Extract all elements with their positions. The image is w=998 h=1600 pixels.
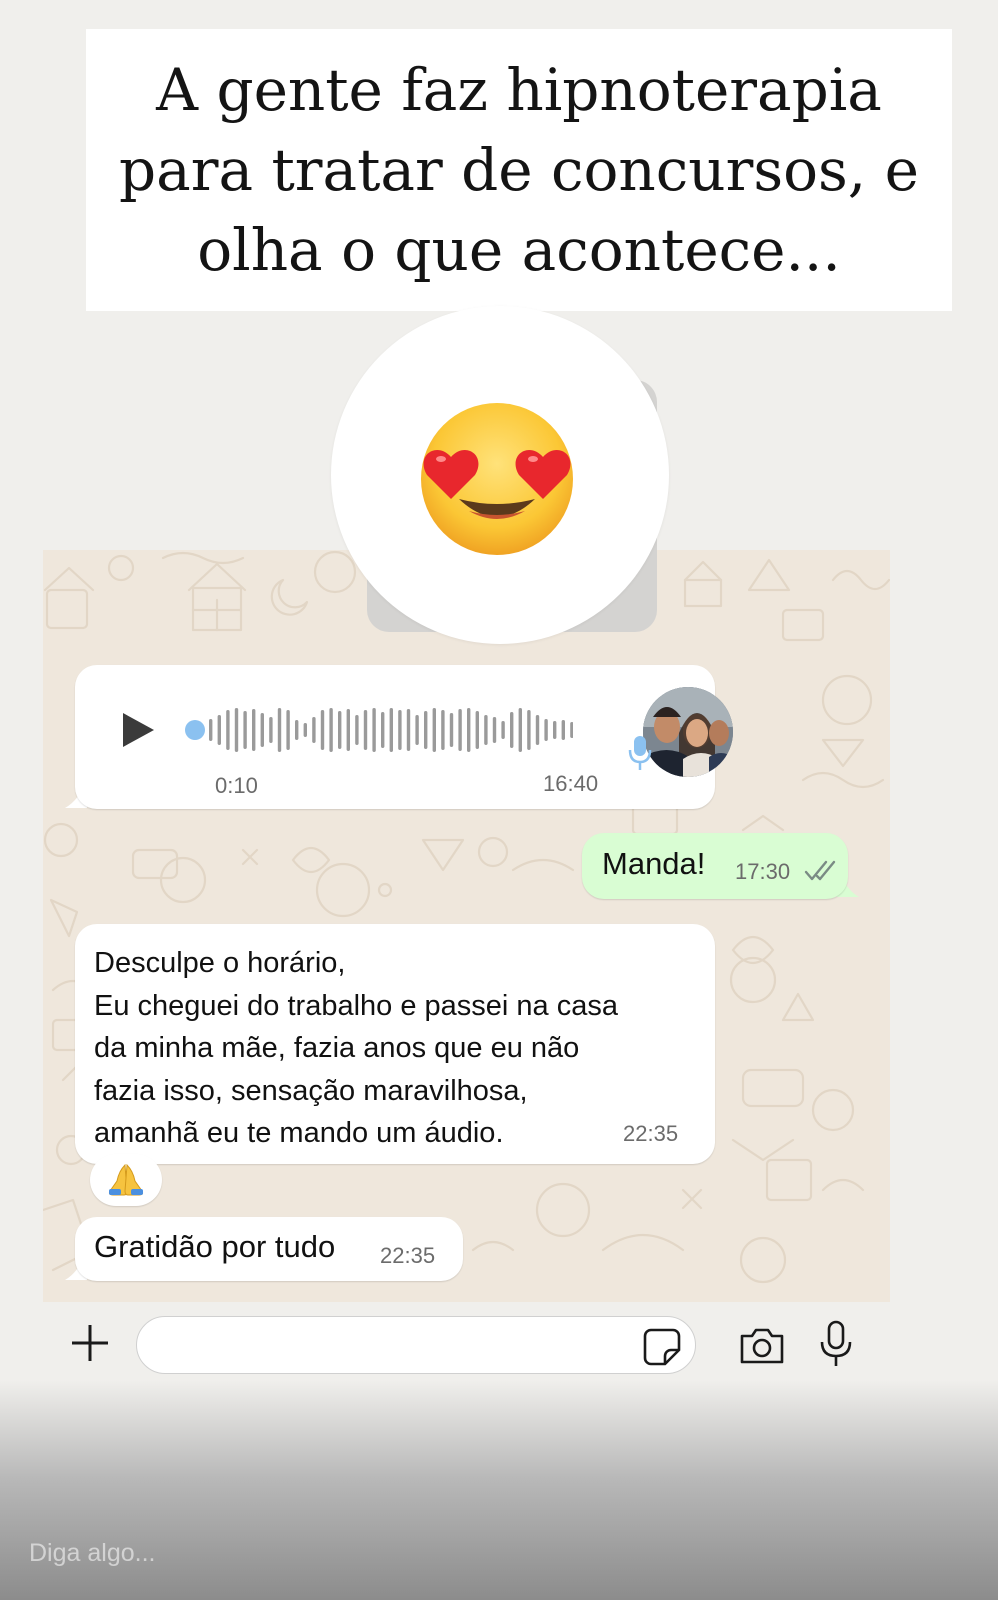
folded-hands-icon	[108, 1163, 144, 1196]
incoming-message-bubble[interactable]: Gratidão por tudo 22:35	[75, 1217, 463, 1281]
audio-message-bubble[interactable]: 0:10 16:40	[75, 665, 733, 809]
sticker-icon[interactable]	[643, 1328, 681, 1366]
waveform-bar	[363, 710, 368, 750]
waveform-bar	[553, 721, 557, 739]
waveform-bar	[277, 708, 282, 752]
waveform-bar	[355, 715, 359, 745]
waveform-bar	[303, 723, 307, 737]
microphone-badge-icon	[628, 736, 652, 770]
read-ticks-icon	[804, 860, 836, 881]
message-time: 16:40	[543, 771, 599, 796]
headline-card: A gente faz hipnoterapia para tratar de …	[86, 29, 952, 311]
waveform-bar	[260, 713, 264, 747]
message-input[interactable]	[136, 1316, 696, 1374]
waveform-bar	[475, 711, 479, 749]
waveform-bar	[467, 708, 471, 752]
waveform-bar	[492, 717, 497, 743]
waveform-bar	[217, 715, 221, 745]
waveform-bar	[329, 708, 333, 752]
waveform-bar	[484, 715, 488, 745]
mic-icon[interactable]	[819, 1320, 853, 1368]
message-time: 17:30	[735, 859, 791, 884]
waveform-bar	[286, 710, 290, 750]
story-screen: A gente faz hipnoterapia para tratar de …	[0, 0, 998, 1600]
chat-screenshot: 0:10 16:40 Manda! 17:30 Desculpe o horár…	[43, 550, 890, 1302]
waveform-bar	[441, 710, 445, 750]
story-reply-input[interactable]: Diga algo...	[29, 1539, 155, 1568]
waveform-bar	[226, 710, 230, 750]
waveform-bar	[398, 710, 402, 750]
waveform-bar	[295, 720, 299, 740]
waveform-bar	[432, 708, 436, 752]
composer-bar	[43, 1302, 890, 1386]
camera-icon[interactable]	[738, 1326, 786, 1366]
avatar	[643, 687, 733, 777]
play-icon[interactable]	[123, 713, 154, 747]
waveform-bar	[535, 715, 540, 745]
waveform-bar	[458, 709, 462, 751]
message-reaction[interactable]	[90, 1154, 162, 1206]
waveform-bar	[501, 721, 505, 739]
audio-waveform[interactable]	[183, 707, 573, 753]
waveform-bar	[449, 713, 454, 747]
waveform-bar	[372, 708, 376, 752]
waveform-bar	[209, 719, 213, 741]
waveform-bar	[406, 709, 411, 751]
waveform-bar	[243, 711, 247, 749]
message-text: Manda!	[602, 846, 706, 881]
headline-text: A gente faz hipnoterapia para tratar de …	[119, 56, 919, 284]
waveform-bar	[415, 715, 419, 745]
heart-eyes-emoji-icon	[421, 403, 573, 555]
plus-icon[interactable]	[69, 1322, 111, 1364]
waveform-bar	[346, 709, 350, 751]
waveform-bar	[424, 711, 428, 749]
waveform-bar	[269, 717, 273, 743]
waveform-bar	[320, 710, 325, 750]
waveform-bar	[338, 711, 342, 749]
message-time: 22:35	[623, 1121, 679, 1146]
waveform-bar	[544, 719, 548, 741]
waveform-bar	[389, 708, 393, 752]
waveform-bar	[510, 712, 514, 748]
waveform-bar	[570, 722, 573, 738]
waveform-bar	[527, 710, 531, 750]
message-time: 22:35	[380, 1243, 436, 1268]
waveform-bar	[518, 708, 522, 752]
incoming-message-bubble[interactable]: Desculpe o horário, Eu cheguei do trabal…	[75, 924, 715, 1164]
message-text: Desculpe o horário, Eu cheguei do trabal…	[94, 947, 618, 1149]
waveform-bar	[234, 708, 239, 752]
outgoing-message-bubble[interactable]: Manda! 17:30	[582, 833, 848, 899]
waveform-bar	[252, 709, 256, 751]
message-text: Gratidão por tudo	[94, 1229, 336, 1264]
waveform-bar	[381, 712, 385, 748]
audio-duration: 0:10	[215, 773, 258, 798]
waveform-bar	[561, 720, 565, 740]
waveform-bar	[312, 717, 316, 743]
